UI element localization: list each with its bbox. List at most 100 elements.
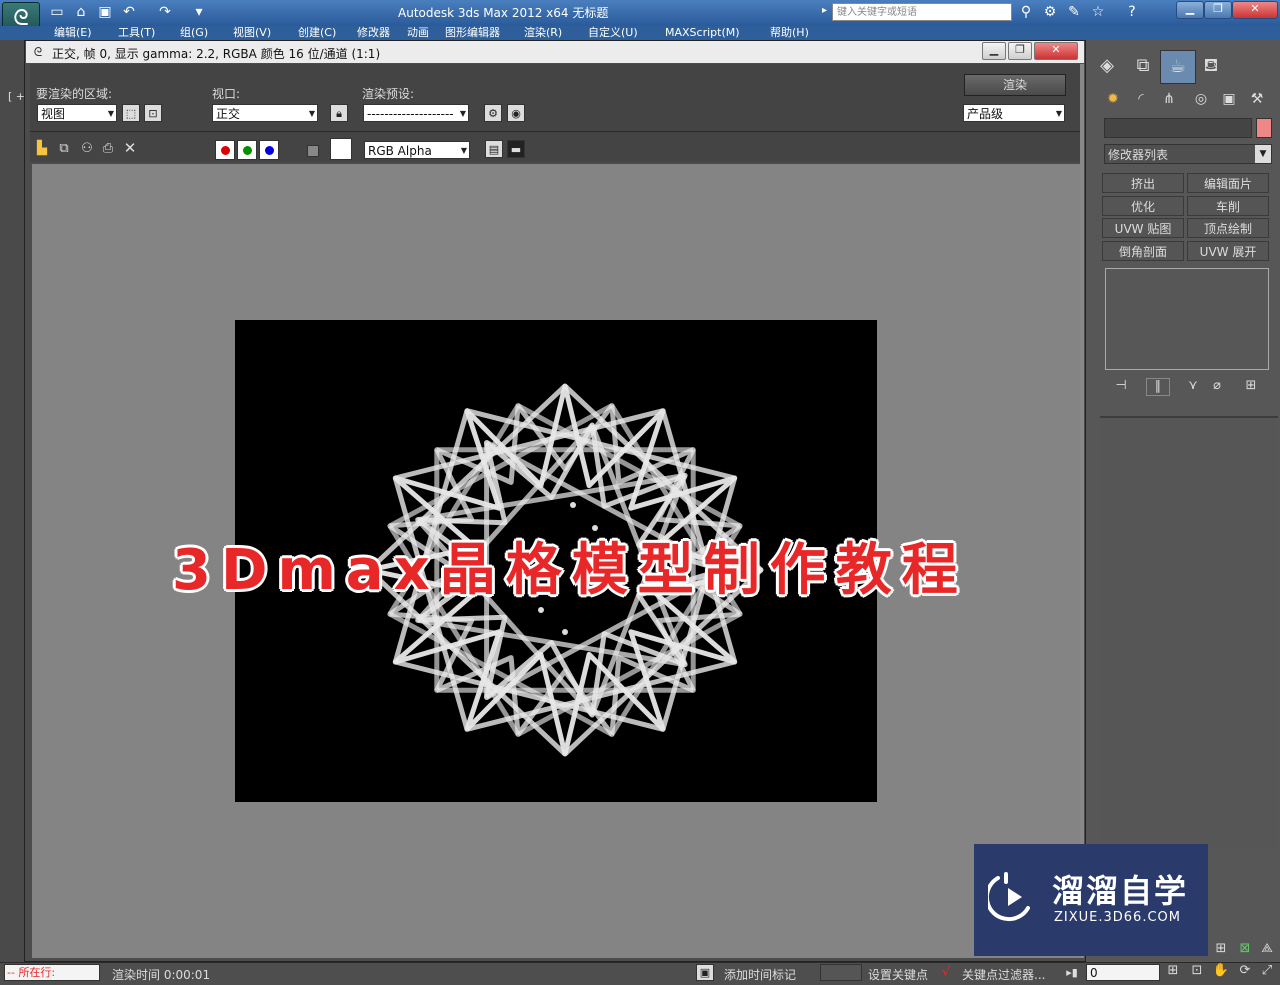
vertex-paint-button[interactable]: 顶点绘制 <box>1187 218 1269 238</box>
rf-close-button[interactable]: ✕ <box>1034 42 1078 60</box>
object-name-field[interactable] <box>1104 118 1252 138</box>
environment-effects-icon[interactable]: ◉ <box>507 104 525 122</box>
auto-region-icon[interactable]: ⊡ <box>144 104 162 122</box>
menu-group[interactable]: 组(G) <box>180 26 208 40</box>
new-file-icon[interactable]: ▭ <box>48 3 66 21</box>
display-channel-dropdown[interactable]: RGB Alpha ▼ <box>364 141 470 159</box>
extrude-button[interactable]: 挤出 <box>1102 173 1184 193</box>
geometry-icon[interactable]: ✹ <box>1102 88 1124 110</box>
undo-icon[interactable]: ↶ <box>120 3 138 21</box>
zoom-extents-icon[interactable]: ⊞ <box>1164 962 1182 980</box>
modify-teapot-tab-icon[interactable]: ☕ <box>1160 50 1196 84</box>
toggle-ui-icon[interactable]: ▬ <box>507 140 525 158</box>
help-search-input[interactable]: 键入关键字或短语 <box>832 3 1012 21</box>
subscription-icon[interactable]: ✎ <box>1064 3 1084 21</box>
favorites-star-icon[interactable]: ☆ <box>1088 3 1108 21</box>
menu-tools[interactable]: 工具(T) <box>118 26 155 40</box>
communication-center-icon[interactable]: ⚙ <box>1040 3 1060 21</box>
add-time-tag-text[interactable]: 添加时间标记 <box>724 966 796 983</box>
maximize-button[interactable]: ❐ <box>1204 1 1232 19</box>
modifier-list-dropdown[interactable]: 修改器列表 ▼ <box>1104 144 1272 164</box>
menu-rendering[interactable]: 渲染(R) <box>524 26 562 40</box>
menu-help[interactable]: 帮助(H) <box>770 26 809 40</box>
edit-patch-button[interactable]: 编辑面片 <box>1187 173 1269 193</box>
render-quality-dropdown[interactable]: 产品级 ▼ <box>963 104 1065 122</box>
optimize-button[interactable]: 优化 <box>1102 196 1184 216</box>
configure-modifier-sets-icon[interactable]: ⊞ <box>1240 378 1262 394</box>
pin-stack-icon[interactable]: ⊣ <box>1110 378 1132 394</box>
area-to-render-dropdown[interactable]: 视图 ▼ <box>37 104 117 122</box>
rf-minimize-button[interactable]: ▁ <box>982 42 1006 60</box>
clone-frame-icon[interactable]: ⚇ <box>78 141 96 157</box>
render-setup-icon[interactable]: ⚙ <box>484 104 502 122</box>
menu-views[interactable]: 视图(V) <box>233 26 271 40</box>
zoom-all-icon[interactable]: ⊞ <box>1212 940 1230 958</box>
copy-image-icon[interactable]: ⧉ <box>56 141 72 157</box>
menu-animation[interactable]: 动画 <box>407 26 429 40</box>
modify-tab-icon[interactable]: ⧉ <box>1126 50 1160 82</box>
viewport-dropdown[interactable]: 正交 ▼ <box>212 104 318 122</box>
modifier-stack[interactable] <box>1105 268 1269 370</box>
minimize-button[interactable]: ▁ <box>1176 1 1204 19</box>
orbit-icon[interactable]: ⟳ <box>1236 962 1254 980</box>
field-of-view-icon[interactable]: ⟁ <box>1258 940 1276 958</box>
region-zoom-icon[interactable]: ⊡ <box>1188 962 1206 980</box>
close-button[interactable]: ✕ <box>1232 1 1278 19</box>
uvw-map-button[interactable]: UVW 贴图 <box>1102 218 1184 238</box>
lights-icon[interactable]: ⋔ <box>1158 88 1180 110</box>
canvas-scrollbar[interactable] <box>1080 64 1084 958</box>
shapes-icon[interactable]: ◜ <box>1130 88 1152 110</box>
clear-image-icon[interactable]: ✕ <box>122 139 138 157</box>
menu-edit[interactable]: 编辑(E) <box>54 26 92 40</box>
green-channel-toggle[interactable] <box>237 140 257 160</box>
toggle-ui-overlay-icon[interactable]: ▤ <box>485 140 503 158</box>
background-color-swatch[interactable] <box>330 138 352 160</box>
zoom-extents-all-icon[interactable]: ⊠ <box>1236 940 1254 958</box>
time-config-icon[interactable]: ▸▮ <box>1060 964 1084 981</box>
viewport-label: 视口: <box>212 87 241 101</box>
bevel-profile-button[interactable]: 倒角剖面 <box>1102 241 1184 261</box>
utilities-hammer-icon[interactable]: ⚒ <box>1246 88 1268 110</box>
time-tag-icon[interactable]: ▣ <box>696 964 714 981</box>
helpers-icon[interactable]: ▣ <box>1218 88 1240 110</box>
menu-graph-editors[interactable]: 图形编辑器 <box>445 26 500 40</box>
cameras-icon[interactable]: ◎ <box>1190 88 1212 110</box>
menu-customize[interactable]: 自定义(U) <box>588 26 638 40</box>
redo-icon[interactable]: ↷ <box>156 3 174 21</box>
menu-maxscript[interactable]: MAXScript(M) <box>665 26 740 40</box>
print-image-icon[interactable]: ⎙ <box>100 141 116 157</box>
key-filters-button[interactable]: 关键点过滤器... <box>962 966 1045 983</box>
search-expand-icon[interactable]: ▸ <box>822 5 827 16</box>
object-color-swatch[interactable] <box>1256 118 1272 138</box>
render-preset-dropdown[interactable]: -------------------- ▼ <box>363 104 469 122</box>
rf-maximize-button[interactable]: ❐ <box>1008 42 1032 60</box>
lathe-button[interactable]: 车削 <box>1187 196 1269 216</box>
maxscript-listener-field[interactable]: -- 所在行: <box>4 964 100 981</box>
pan-hand-icon[interactable]: ✋ <box>1212 962 1230 980</box>
maximize-viewport-icon[interactable]: ⤢ <box>1258 962 1276 980</box>
set-key-button[interactable]: 设置关键点 <box>868 966 928 983</box>
quick-access-dropdown-icon[interactable]: ▾ <box>190 3 208 21</box>
current-frame-field[interactable]: 0 <box>1086 964 1160 981</box>
red-channel-toggle[interactable] <box>215 140 235 160</box>
binoculars-icon[interactable]: ⚲ <box>1016 3 1036 21</box>
lock-viewport-icon[interactable]: 🔒︎ <box>330 104 348 122</box>
render-button[interactable]: 渲染 <box>964 74 1066 96</box>
show-end-result-icon[interactable]: ∥ <box>1146 378 1170 396</box>
create-tab-icon[interactable]: ◈ <box>1090 50 1124 82</box>
save-image-icon[interactable]: ▙ <box>34 141 50 157</box>
make-unique-icon[interactable]: ⋎ <box>1182 378 1204 394</box>
menu-create[interactable]: 创建(C) <box>298 26 336 40</box>
hierarchy-teapot-icon[interactable]: ⛾ <box>1194 50 1228 82</box>
remove-modifier-icon[interactable]: ⌀ <box>1206 378 1228 394</box>
monochrome-toggle-icon[interactable] <box>307 145 319 157</box>
menu-modifiers[interactable]: 修改器 <box>357 26 390 40</box>
open-file-icon[interactable]: ⌂ <box>72 3 90 21</box>
edit-region-icon[interactable]: ⬚ <box>122 104 140 122</box>
save-file-icon[interactable]: ▣ <box>96 3 114 21</box>
help-icon[interactable]: ? <box>1122 3 1142 21</box>
key-mode-icon[interactable]: √ <box>936 964 956 981</box>
blue-channel-toggle[interactable] <box>259 140 279 160</box>
key-field[interactable] <box>820 964 862 981</box>
unwrap-uvw-button[interactable]: UVW 展开 <box>1187 241 1269 261</box>
